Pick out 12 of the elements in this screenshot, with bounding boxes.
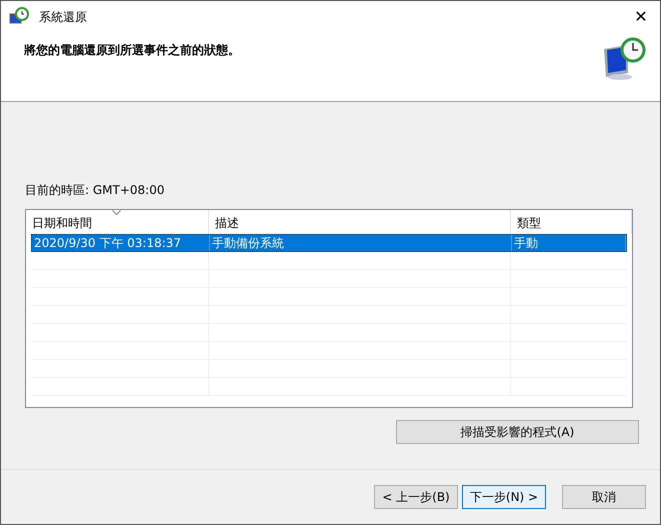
table-row[interactable]: 2020/9/30 下午 03:18:37 手動備份系統 手動: [31, 234, 627, 252]
scan-programs-button[interactable]: 掃描受影響的程式(A): [396, 420, 639, 444]
instruction-text: 將您的電腦還原到所選事件之前的狀態。: [24, 42, 240, 59]
table-cell: 手動: [512, 235, 626, 251]
close-button[interactable]: ✕: [626, 3, 656, 31]
table-cell: 2020/9/30 下午 03:18:37: [32, 235, 210, 251]
table-cell: 手動備份系統: [210, 235, 512, 251]
timezone-label: 目前的時區: GMT+08:00: [25, 182, 166, 199]
window-title: 系統還原: [39, 9, 87, 26]
back-button[interactable]: < 上一步(B): [374, 485, 458, 509]
next-button[interactable]: 下一步(N) >: [462, 485, 546, 509]
cancel-button[interactable]: 取消: [562, 485, 646, 509]
